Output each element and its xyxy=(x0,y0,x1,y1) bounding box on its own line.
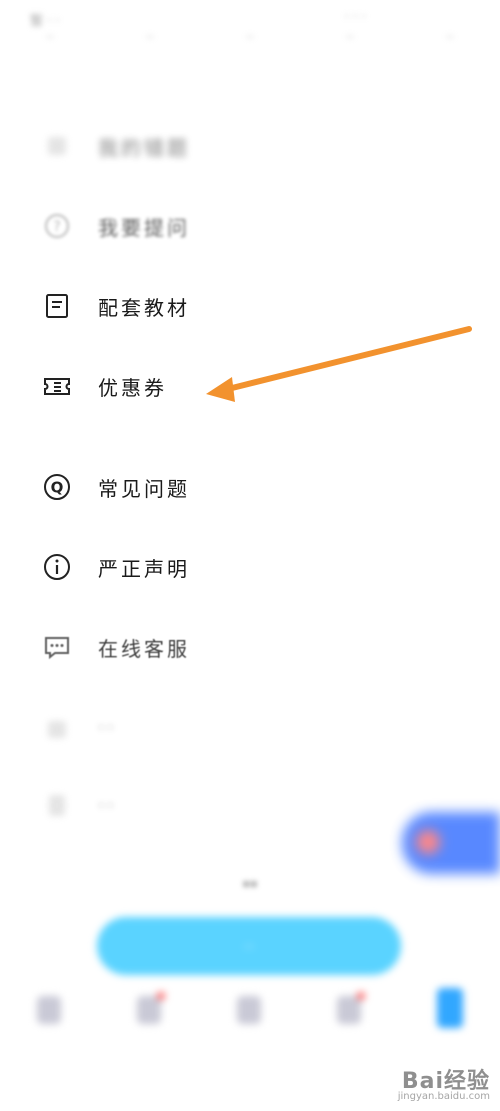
question-circle-icon: ? xyxy=(42,211,72,241)
menu-item-label: 优惠券 xyxy=(98,375,167,400)
annotation-arrow xyxy=(206,326,472,402)
svg-text:?: ? xyxy=(53,219,60,235)
header-tabs: ·· ·· ·· ·· ·· xyxy=(0,30,500,52)
menu-item-label: 在线客服 xyxy=(98,636,190,661)
status-bar: 暂 · · · · · xyxy=(0,8,500,30)
header-tab[interactable]: ·· xyxy=(246,30,254,52)
nav-tab2-icon[interactable] xyxy=(137,992,165,1024)
menu-item-doc[interactable]: ·· xyxy=(42,785,117,825)
nav-badge xyxy=(357,992,365,1000)
header-tab[interactable]: ·· xyxy=(346,30,354,52)
menu-item-coupons[interactable]: 优惠券 xyxy=(42,366,167,406)
bottom-nav xyxy=(0,988,500,1048)
info-circle-icon xyxy=(42,552,72,582)
header-tab[interactable]: ·· xyxy=(446,30,454,52)
svg-text:Q: Q xyxy=(51,479,64,497)
watermark-sub: jingyan.baidu.com xyxy=(397,1090,490,1102)
nav-tab4-icon[interactable] xyxy=(337,992,365,1024)
menu-item-bag[interactable]: ·· xyxy=(42,707,117,747)
status-left: 暂 · · xyxy=(30,14,60,29)
book-icon xyxy=(42,291,72,321)
menu-item-label: ·· xyxy=(98,715,117,739)
menu-item-textbooks[interactable]: 配套教材 xyxy=(42,286,190,326)
status-right: · · · xyxy=(345,10,366,25)
menu-item-statement[interactable]: 严正声明 xyxy=(42,547,190,587)
menu-item-faq[interactable]: Q 常见问题 xyxy=(42,467,190,507)
nav-badge xyxy=(157,992,165,1000)
bubble-avatar-icon xyxy=(416,830,440,854)
doc-icon xyxy=(42,790,72,820)
menu-item-label: 配套教材 xyxy=(98,295,190,320)
menu-item-online-service[interactable]: 在线客服 xyxy=(42,627,190,667)
floating-service-bubble[interactable] xyxy=(402,812,500,874)
chat-dots-icon xyxy=(42,632,72,662)
menu-item-label: 我的错题 xyxy=(98,135,190,160)
menu-item-label: 我要提问 xyxy=(98,215,190,240)
nav-me-icon[interactable] xyxy=(437,988,463,1028)
nav-home-icon[interactable] xyxy=(37,996,61,1024)
menu-item-my-errors[interactable]: 我的错题 xyxy=(42,126,190,166)
header-tab[interactable]: ·· xyxy=(46,30,54,52)
promo-button-label: ·· xyxy=(243,936,255,956)
faq-q-icon: Q xyxy=(42,472,72,502)
nav-tab3-icon[interactable] xyxy=(237,996,261,1024)
promo-title: ·· xyxy=(242,872,258,896)
header-tab[interactable]: ·· xyxy=(146,30,154,52)
promo-button[interactable]: ·· xyxy=(97,917,401,975)
menu-item-ask-question[interactable]: ? 我要提问 xyxy=(42,206,190,246)
doc-icon xyxy=(42,131,72,161)
coupon-ticket-icon xyxy=(42,371,72,401)
baidu-jingyan-watermark: Bai经验 jingyan.baidu.com xyxy=(370,1062,490,1102)
menu-item-label: ·· xyxy=(98,793,117,817)
menu-item-label: 常见问题 xyxy=(98,476,190,501)
bag-icon xyxy=(42,712,72,742)
menu-item-label: 严正声明 xyxy=(98,556,190,581)
